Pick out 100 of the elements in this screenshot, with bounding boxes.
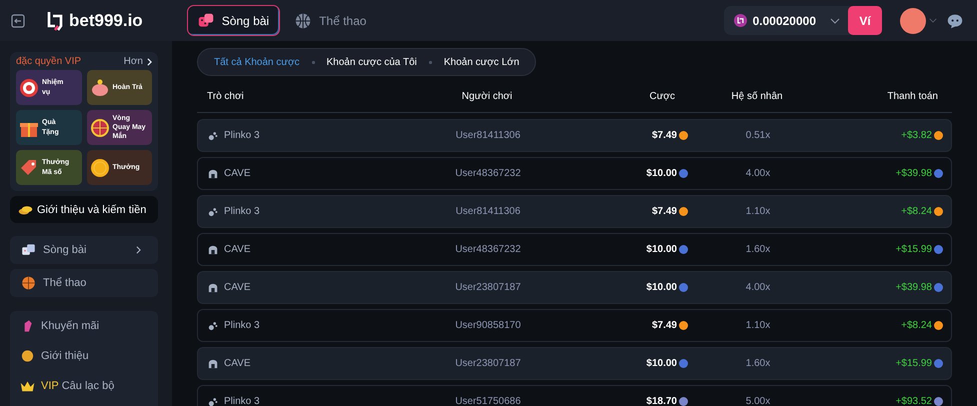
- multiplier: 1.10x: [744, 206, 772, 217]
- cave-icon: [208, 358, 218, 368]
- bet-row[interactable]: CAVE User48367232 $10.00 4.00x +$39.98: [197, 157, 952, 190]
- coin-icon: [679, 245, 688, 254]
- player-name: User23807187: [454, 358, 522, 369]
- logo-icon: [47, 10, 63, 30]
- token-icon: [734, 14, 747, 27]
- multiplier: 1.60x: [744, 244, 772, 255]
- multiplier: 0.51x: [744, 130, 772, 141]
- filter-tab[interactable]: Tất cả Khoản cược: [214, 56, 300, 68]
- collapse-sidebar-icon[interactable]: [11, 14, 25, 28]
- tag-icon: [19, 158, 39, 178]
- game-name[interactable]: Plinko 3: [224, 396, 260, 406]
- player-name: User81411306: [454, 130, 522, 141]
- top-tab[interactable]: Sòng bài: [186, 5, 280, 36]
- coin-icon: [679, 359, 688, 368]
- payout-amount: +$39.98: [896, 168, 932, 179]
- basketball-icon: [295, 12, 312, 28]
- player-name: User81411306: [454, 206, 522, 217]
- dice-icon: [21, 243, 36, 257]
- payout-amount: +$15.99: [896, 244, 932, 255]
- coin-icon: [934, 283, 943, 292]
- bet-row[interactable]: CAVE User23807187 $10.00 4.00x +$39.98: [197, 271, 952, 304]
- coin-icon: [934, 397, 943, 406]
- plinko-icon: [208, 206, 218, 216]
- coin-icon: [934, 169, 943, 178]
- nav-item[interactable]: Thể thao: [10, 269, 158, 297]
- game-name[interactable]: Plinko 3: [224, 320, 260, 331]
- balance-amount: 0.00020000: [752, 14, 816, 28]
- menu-link[interactable]: Giới thiệu: [41, 350, 89, 362]
- multiplier: 4.00x: [744, 282, 772, 293]
- target-icon: [19, 78, 39, 98]
- bet-amount: $7.49: [652, 320, 677, 331]
- coin-icon: [934, 207, 943, 216]
- bet-row[interactable]: Plinko 3 User51750686 $18.70 5.00x +$93.52: [197, 385, 952, 406]
- bet-row[interactable]: Plinko 3 User90858170 $7.49 1.10x +$8.24: [197, 309, 952, 342]
- wallet-button[interactable]: Ví: [848, 6, 882, 35]
- coin-icon: [679, 131, 688, 140]
- bet-row[interactable]: CAVE User48367232 $10.00 1.60x +$15.99: [197, 233, 952, 266]
- payout-amount: +$15.99: [896, 358, 932, 369]
- top-tab[interactable]: Thể thao: [284, 5, 378, 36]
- nav-item[interactable]: Sòng bài: [10, 236, 158, 264]
- bet-amount: $10.00: [646, 282, 677, 293]
- bet-row[interactable]: Plinko 3 User81411306 $7.49 0.51x +$3.82: [197, 119, 952, 152]
- multiplier: 5.00x: [744, 396, 772, 406]
- game-name[interactable]: CAVE: [224, 282, 250, 293]
- menu-link[interactable]: VIP Câu lạc bộ: [41, 380, 114, 392]
- filter-tab[interactable]: Khoản cược Lớn: [444, 56, 520, 68]
- chevron-down-icon: [830, 18, 840, 24]
- coin-icon: [679, 207, 688, 216]
- payout-amount: +$39.98: [896, 282, 932, 293]
- basketball-icon: [21, 276, 36, 290]
- bet-row[interactable]: CAVE User23807187 $10.00 1.60x +$15.99: [197, 347, 952, 380]
- game-name[interactable]: CAVE: [224, 244, 250, 255]
- player-name: User51750686: [454, 396, 522, 406]
- bet-amount: $7.49: [652, 130, 677, 141]
- payout-amount: +$3.82: [901, 130, 932, 141]
- avatar[interactable]: [900, 8, 926, 34]
- bet-row[interactable]: Plinko 3 User81411306 $7.49 1.10x +$8.24: [197, 195, 952, 228]
- filter-tab[interactable]: Khoản cược của Tôi: [326, 56, 417, 68]
- cave-icon: [208, 168, 218, 178]
- player-name: User48367232: [454, 168, 522, 179]
- dice-icon: [198, 12, 214, 28]
- logo-text: bet999.io: [69, 10, 143, 30]
- coin-icon: [20, 349, 35, 363]
- coin-icon: [934, 321, 943, 330]
- balance-selector[interactable]: 0.00020000: [724, 6, 850, 35]
- cave-icon: [208, 244, 218, 254]
- referral-button[interactable]: Giới thiệu và kiếm tiền: [10, 196, 158, 223]
- vip-title: đặc quyền VIP: [16, 56, 82, 67]
- payout-amount: +$93.52: [896, 396, 932, 406]
- wheel-icon: [90, 118, 110, 138]
- chat-icon[interactable]: [947, 12, 963, 28]
- plinko-icon: [208, 396, 218, 406]
- chevron-right-icon: [147, 58, 152, 66]
- crown-icon: [20, 379, 35, 393]
- game-name[interactable]: Plinko 3: [224, 130, 260, 141]
- coin-icon: [679, 397, 688, 406]
- bet-amount: $10.00: [646, 358, 677, 369]
- game-name[interactable]: CAVE: [224, 168, 250, 179]
- game-name[interactable]: CAVE: [224, 358, 250, 369]
- multiplier: 1.10x: [744, 320, 772, 331]
- coin-icon: [679, 321, 688, 330]
- coin-icon: [679, 169, 688, 178]
- bet-amount: $18.70: [646, 396, 677, 406]
- payout-amount: +$8.24: [901, 320, 932, 331]
- plinko-icon: [208, 320, 218, 330]
- coin-icon: [934, 245, 943, 254]
- cave-icon: [208, 282, 218, 292]
- multiplier: 4.00x: [744, 168, 772, 179]
- chevron-down-icon: [929, 18, 937, 23]
- column-header: Cược: [648, 90, 676, 102]
- piggy-bank-icon: [90, 78, 110, 98]
- menu-link[interactable]: Khuyến mãi: [41, 320, 100, 332]
- more-link[interactable]: Hơn: [124, 56, 143, 67]
- player-name: User90858170: [454, 320, 522, 331]
- game-name[interactable]: Plinko 3: [224, 206, 260, 217]
- coin-icon: [679, 283, 688, 292]
- chevron-right-icon: [136, 246, 141, 254]
- plinko-icon: [208, 130, 218, 140]
